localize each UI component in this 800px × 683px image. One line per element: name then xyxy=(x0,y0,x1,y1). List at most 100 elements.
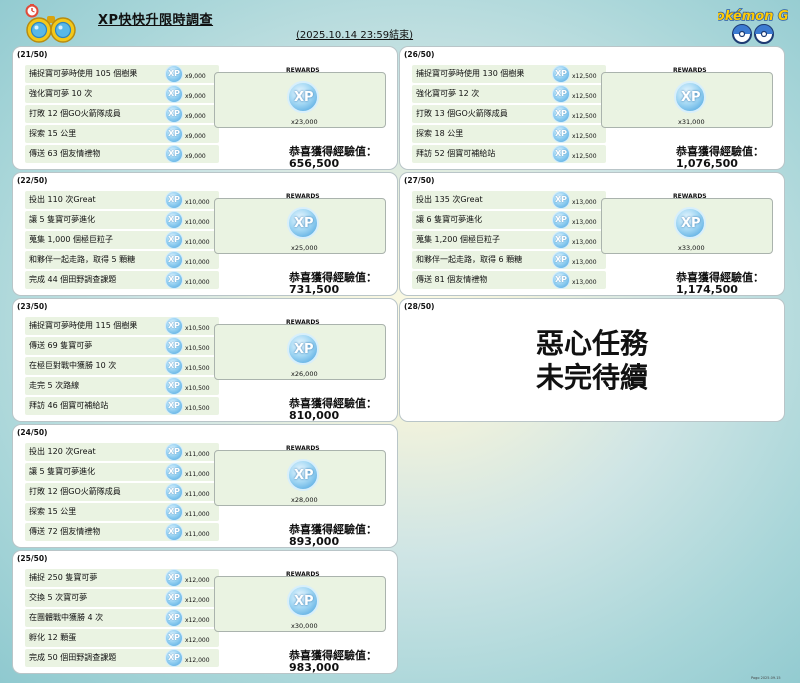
task-label: 傳送 63 個友情禮物 xyxy=(29,149,101,158)
xp-icon: XP xyxy=(165,125,183,143)
task-row: 捕捉寶可夢時使用 105 個樹果 XP x9,000 xyxy=(25,65,219,83)
task-label: 拜訪 46 個寶可補給站 xyxy=(29,401,109,410)
xp-icon: XP xyxy=(165,105,183,123)
xp-icon: XP xyxy=(674,207,706,239)
total-xp: 1,076,500 xyxy=(676,157,738,170)
task-label: 強化寶可夢 10 次 xyxy=(29,89,93,98)
pokemon-go-logo: Pokémon GO xyxy=(718,8,788,44)
task-label: 傳送 72 個友情禮物 xyxy=(29,527,101,536)
task-label: 打敗 12 個GO火箭隊成員 xyxy=(29,487,121,496)
task-row: 捕捉寶可夢時使用 115 個樹果 XP x10,500 xyxy=(25,317,219,335)
task-label: 在極巨對戰中獲勝 10 次 xyxy=(29,361,117,370)
xp-icon: XP xyxy=(165,589,183,607)
task-row: 在極巨對戰中獲勝 10 次 XP x10,500 xyxy=(25,357,219,375)
task-xp: x9,000 xyxy=(185,113,206,120)
rewards-box: REWARDS XP x28,000 xyxy=(214,445,386,506)
rewards-box: REWARDS XP x33,000 xyxy=(601,193,773,254)
research-card-24: (24/50) 投出 120 次Great XP x11,000 讓 5 隻寶可夢進… xyxy=(12,424,398,548)
research-card-21: (21/50) 捕捉寶可夢時使用 105 個樹果 XP x9,000 強化寶可夢 1… xyxy=(12,46,398,170)
research-card-22: (22/50) 投出 110 次Great XP x10,000 讓 5 隻寶可夢進… xyxy=(12,172,398,296)
task-row: 投出 120 次Great XP x11,000 xyxy=(25,443,219,461)
task-label: 讓 5 隻寶可夢進化 xyxy=(29,215,96,224)
task-label: 投出 120 次Great xyxy=(29,447,96,456)
task-row: 探索 15 公里 XP x9,000 xyxy=(25,125,219,143)
task-xp: x12,500 xyxy=(572,113,597,120)
rewards-box: REWARDS XP x31,000 xyxy=(601,67,773,128)
task-row: 傳送 69 隻寶可夢 XP x10,500 xyxy=(25,337,219,355)
task-row: 探索 15 公里 XP x11,000 xyxy=(25,503,219,521)
card-number: (21/50) xyxy=(17,50,48,59)
card-number: (23/50) xyxy=(17,302,48,311)
xp-icon: XP xyxy=(552,231,570,249)
task-xp: x12,500 xyxy=(572,73,597,80)
rewards-box: REWARDS XP x30,000 xyxy=(214,571,386,632)
xp-icon: XP xyxy=(165,191,183,209)
rewards-label: REWARDS xyxy=(673,67,707,74)
rewards-amount: x26,000 xyxy=(291,370,318,378)
total-xp: 893,000 xyxy=(289,535,340,548)
xp-icon: XP xyxy=(552,271,570,289)
task-row: 探索 18 公里 XP x12,500 xyxy=(412,125,606,143)
xp-icon: XP xyxy=(165,397,183,415)
xp-icon: XP xyxy=(165,463,183,481)
task-row: 讓 5 隻寶可夢進化 XP x11,000 xyxy=(25,463,219,481)
card-number: (25/50) xyxy=(17,554,48,563)
xp-icon: XP xyxy=(165,443,183,461)
total-xp: 731,500 xyxy=(289,283,340,296)
rewards-label: REWARDS xyxy=(286,571,320,578)
xp-icon: XP xyxy=(552,85,570,103)
research-card-27: (27/50) 投出 135 次Great XP x13,000 讓 6 隻寶可夢進… xyxy=(399,172,785,296)
research-card-26: (26/50) 捕捉寶可夢時使用 130 個樹果 XP x12,500 強化寶可夢 … xyxy=(399,46,785,170)
task-label: 投出 135 次Great xyxy=(416,195,483,204)
task-row: 傳送 72 個友情禮物 XP x11,000 xyxy=(25,523,219,541)
task-label: 完成 44 個田野調查課題 xyxy=(29,275,117,284)
task-row: 打敗 13 個GO火箭隊成員 XP x12,500 xyxy=(412,105,606,123)
task-row: 打敗 12 個GO火箭隊成員 XP x9,000 xyxy=(25,105,219,123)
task-label: 捕捉 250 隻寶可夢 xyxy=(29,573,98,582)
page-title: XP快快升限時調查 xyxy=(98,13,214,28)
rewards-label: REWARDS xyxy=(673,193,707,200)
xp-icon: XP xyxy=(165,271,183,289)
task-row: 讓 5 隻寶可夢進化 XP x10,000 xyxy=(25,211,219,229)
research-card-25: (25/50) 捕捉 250 隻寶可夢 XP x12,000 交換 5 次寶可夢 XP… xyxy=(12,550,398,674)
research-card-23: (23/50) 捕捉寶可夢時使用 115 個樹果 XP x10,500 傳送 69 … xyxy=(12,298,398,422)
footer-note: Pogo 2025.09.15 xyxy=(751,676,781,680)
xp-icon: XP xyxy=(165,483,183,501)
card-number: (28/50) xyxy=(404,302,435,311)
xp-icon: XP xyxy=(287,333,319,365)
task-xp: x12,500 xyxy=(572,153,597,160)
task-row: 和夥伴一起走路，取得 5 顆糖 XP x10,000 xyxy=(25,251,219,269)
xp-icon: XP xyxy=(552,211,570,229)
task-row: 交換 5 次寶可夢 XP x12,000 xyxy=(25,589,219,607)
task-xp: x12,000 xyxy=(185,637,210,644)
task-xp: x13,000 xyxy=(572,279,597,286)
task-label: 打敗 13 個GO火箭隊成員 xyxy=(416,109,508,118)
xp-icon: XP xyxy=(165,65,183,83)
total-xp: 983,000 xyxy=(289,661,340,674)
task-xp: x12,500 xyxy=(572,133,597,140)
xp-icon: XP xyxy=(552,191,570,209)
task-row: 蒐集 1,000 個極巨粒子 XP x10,000 xyxy=(25,231,219,249)
task-xp: x11,000 xyxy=(185,491,210,498)
rewards-amount: x31,000 xyxy=(678,118,705,126)
rewards-amount: x28,000 xyxy=(291,496,318,504)
task-row: 讓 6 隻寶可夢進化 XP x13,000 xyxy=(412,211,606,229)
rewards-amount: x30,000 xyxy=(291,622,318,630)
page-header: XP快快升限時調查 (2025.10.14 23:59結束) Pokémon G… xyxy=(0,0,800,44)
task-label: 探索 15 公里 xyxy=(29,507,77,516)
task-xp: x13,000 xyxy=(572,219,597,226)
task-label: 在團體戰中獲勝 4 次 xyxy=(29,613,104,622)
task-row: 打敗 12 個GO火箭隊成員 XP x11,000 xyxy=(25,483,219,501)
task-label: 孵化 12 顆蛋 xyxy=(29,633,77,642)
rewards-label: REWARDS xyxy=(286,319,320,326)
task-row: 拜訪 46 個寶可補給站 XP x10,500 xyxy=(25,397,219,415)
logo-text: Pokémon GO xyxy=(718,9,788,24)
xp-icon: XP xyxy=(674,81,706,113)
task-row: 捕捉 250 隻寶可夢 XP x12,000 xyxy=(25,569,219,587)
task-label: 探索 15 公里 xyxy=(29,129,77,138)
rewards-label: REWARDS xyxy=(286,445,320,452)
xp-icon: XP xyxy=(552,251,570,269)
task-xp: x13,000 xyxy=(572,239,597,246)
task-row: 強化寶可夢 10 次 XP x9,000 xyxy=(25,85,219,103)
card-number: (27/50) xyxy=(404,176,435,185)
